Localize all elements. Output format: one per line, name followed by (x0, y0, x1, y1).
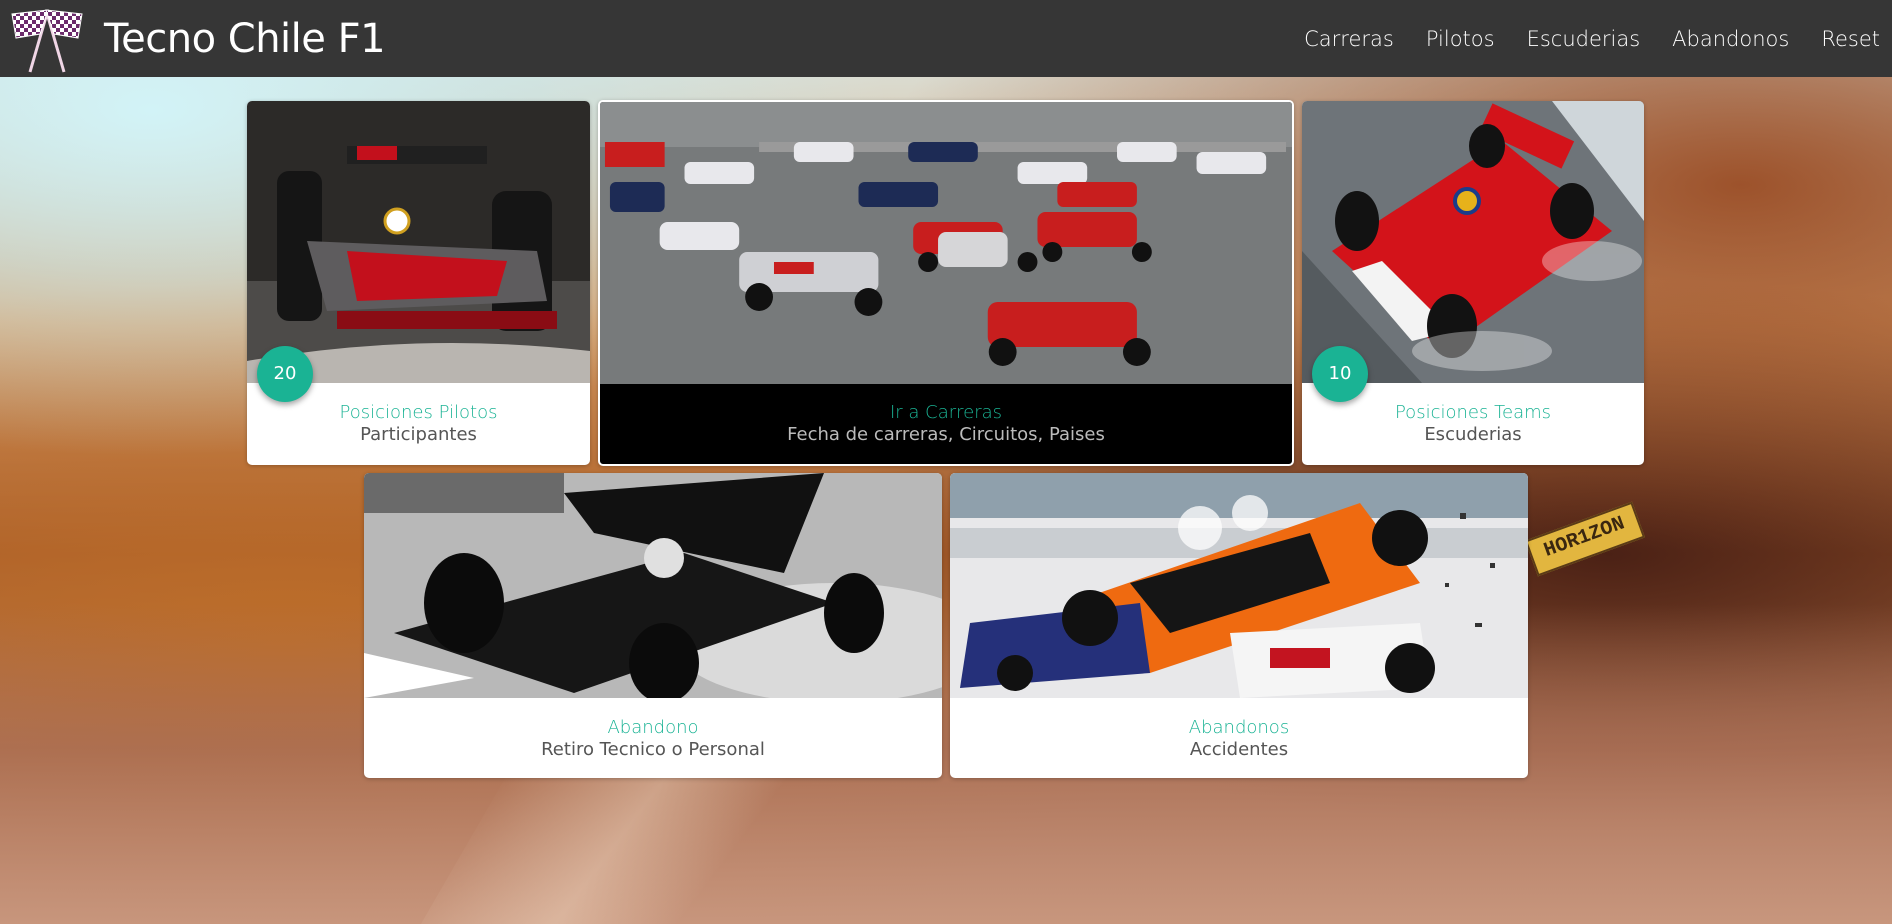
main-nav: Carreras Pilotos Escuderias Abandonos Re… (1272, 0, 1880, 77)
card-title[interactable]: Posiciones Pilotos (247, 402, 590, 424)
teams-count-badge: 10 (1312, 346, 1368, 402)
card-subtitle: Fecha de carreras, Circuitos, Paises (787, 424, 1105, 445)
card-subtitle: Retiro Tecnico o Personal (541, 739, 765, 760)
pilotos-count-badge: 20 (257, 346, 313, 402)
black-car-smoke-image (364, 473, 942, 698)
pilotos-caption: Posiciones Pilotos Participantes (247, 402, 590, 446)
card-subtitle: Participantes (360, 424, 477, 445)
card-title[interactable]: Ir a Carreras (600, 402, 1292, 424)
crash-image (950, 473, 1528, 698)
card-title[interactable]: Posiciones Teams (1302, 402, 1644, 424)
race-start-image (600, 102, 1292, 384)
top-navbar: Tecno Chile F1 Carreras Pilotos Escuderi… (0, 0, 1892, 77)
background-road (0, 604, 1892, 924)
card-subtitle: Escuderias (1424, 424, 1522, 445)
card-ir-a-carreras[interactable]: Ir a Carreras Fecha de carreras, Circuit… (598, 100, 1294, 466)
carreras-caption: Ir a Carreras Fecha de carreras, Circuit… (600, 402, 1292, 446)
card-abandonos[interactable]: Abandonos Accidentes (950, 473, 1528, 778)
card-posiciones-teams[interactable]: 10 Posiciones Teams Escuderias (1302, 101, 1644, 465)
card-subtitle: Accidentes (1189, 739, 1289, 760)
card-title[interactable]: Abandono (364, 717, 942, 739)
brand-title: Tecno Chile F1 (104, 15, 386, 62)
teams-caption: Posiciones Teams Escuderias (1302, 402, 1644, 446)
nav-link-escuderias[interactable]: Escuderias (1527, 27, 1641, 51)
checkered-flags-icon (11, 8, 83, 72)
brand[interactable]: Tecno Chile F1 (8, 0, 386, 77)
mclaren-car-image (247, 101, 590, 383)
background-license-plate: HOR1ZON (1524, 501, 1646, 577)
nav-link-pilotos[interactable]: Pilotos (1426, 27, 1495, 51)
card-abandono[interactable]: Abandono Retiro Tecnico o Personal (364, 473, 942, 778)
nav-link-reset[interactable]: Reset (1821, 27, 1880, 51)
abandonos-caption: Abandonos Accidentes (950, 717, 1528, 761)
abandono-caption: Abandono Retiro Tecnico o Personal (364, 717, 942, 761)
nav-link-abandonos[interactable]: Abandonos (1672, 27, 1789, 51)
card-posiciones-pilotos[interactable]: 20 Posiciones Pilotos Participantes (247, 101, 590, 465)
nav-link-carreras[interactable]: Carreras (1304, 27, 1394, 51)
card-title[interactable]: Abandonos (950, 717, 1528, 739)
ferrari-rain-image (1302, 101, 1644, 383)
